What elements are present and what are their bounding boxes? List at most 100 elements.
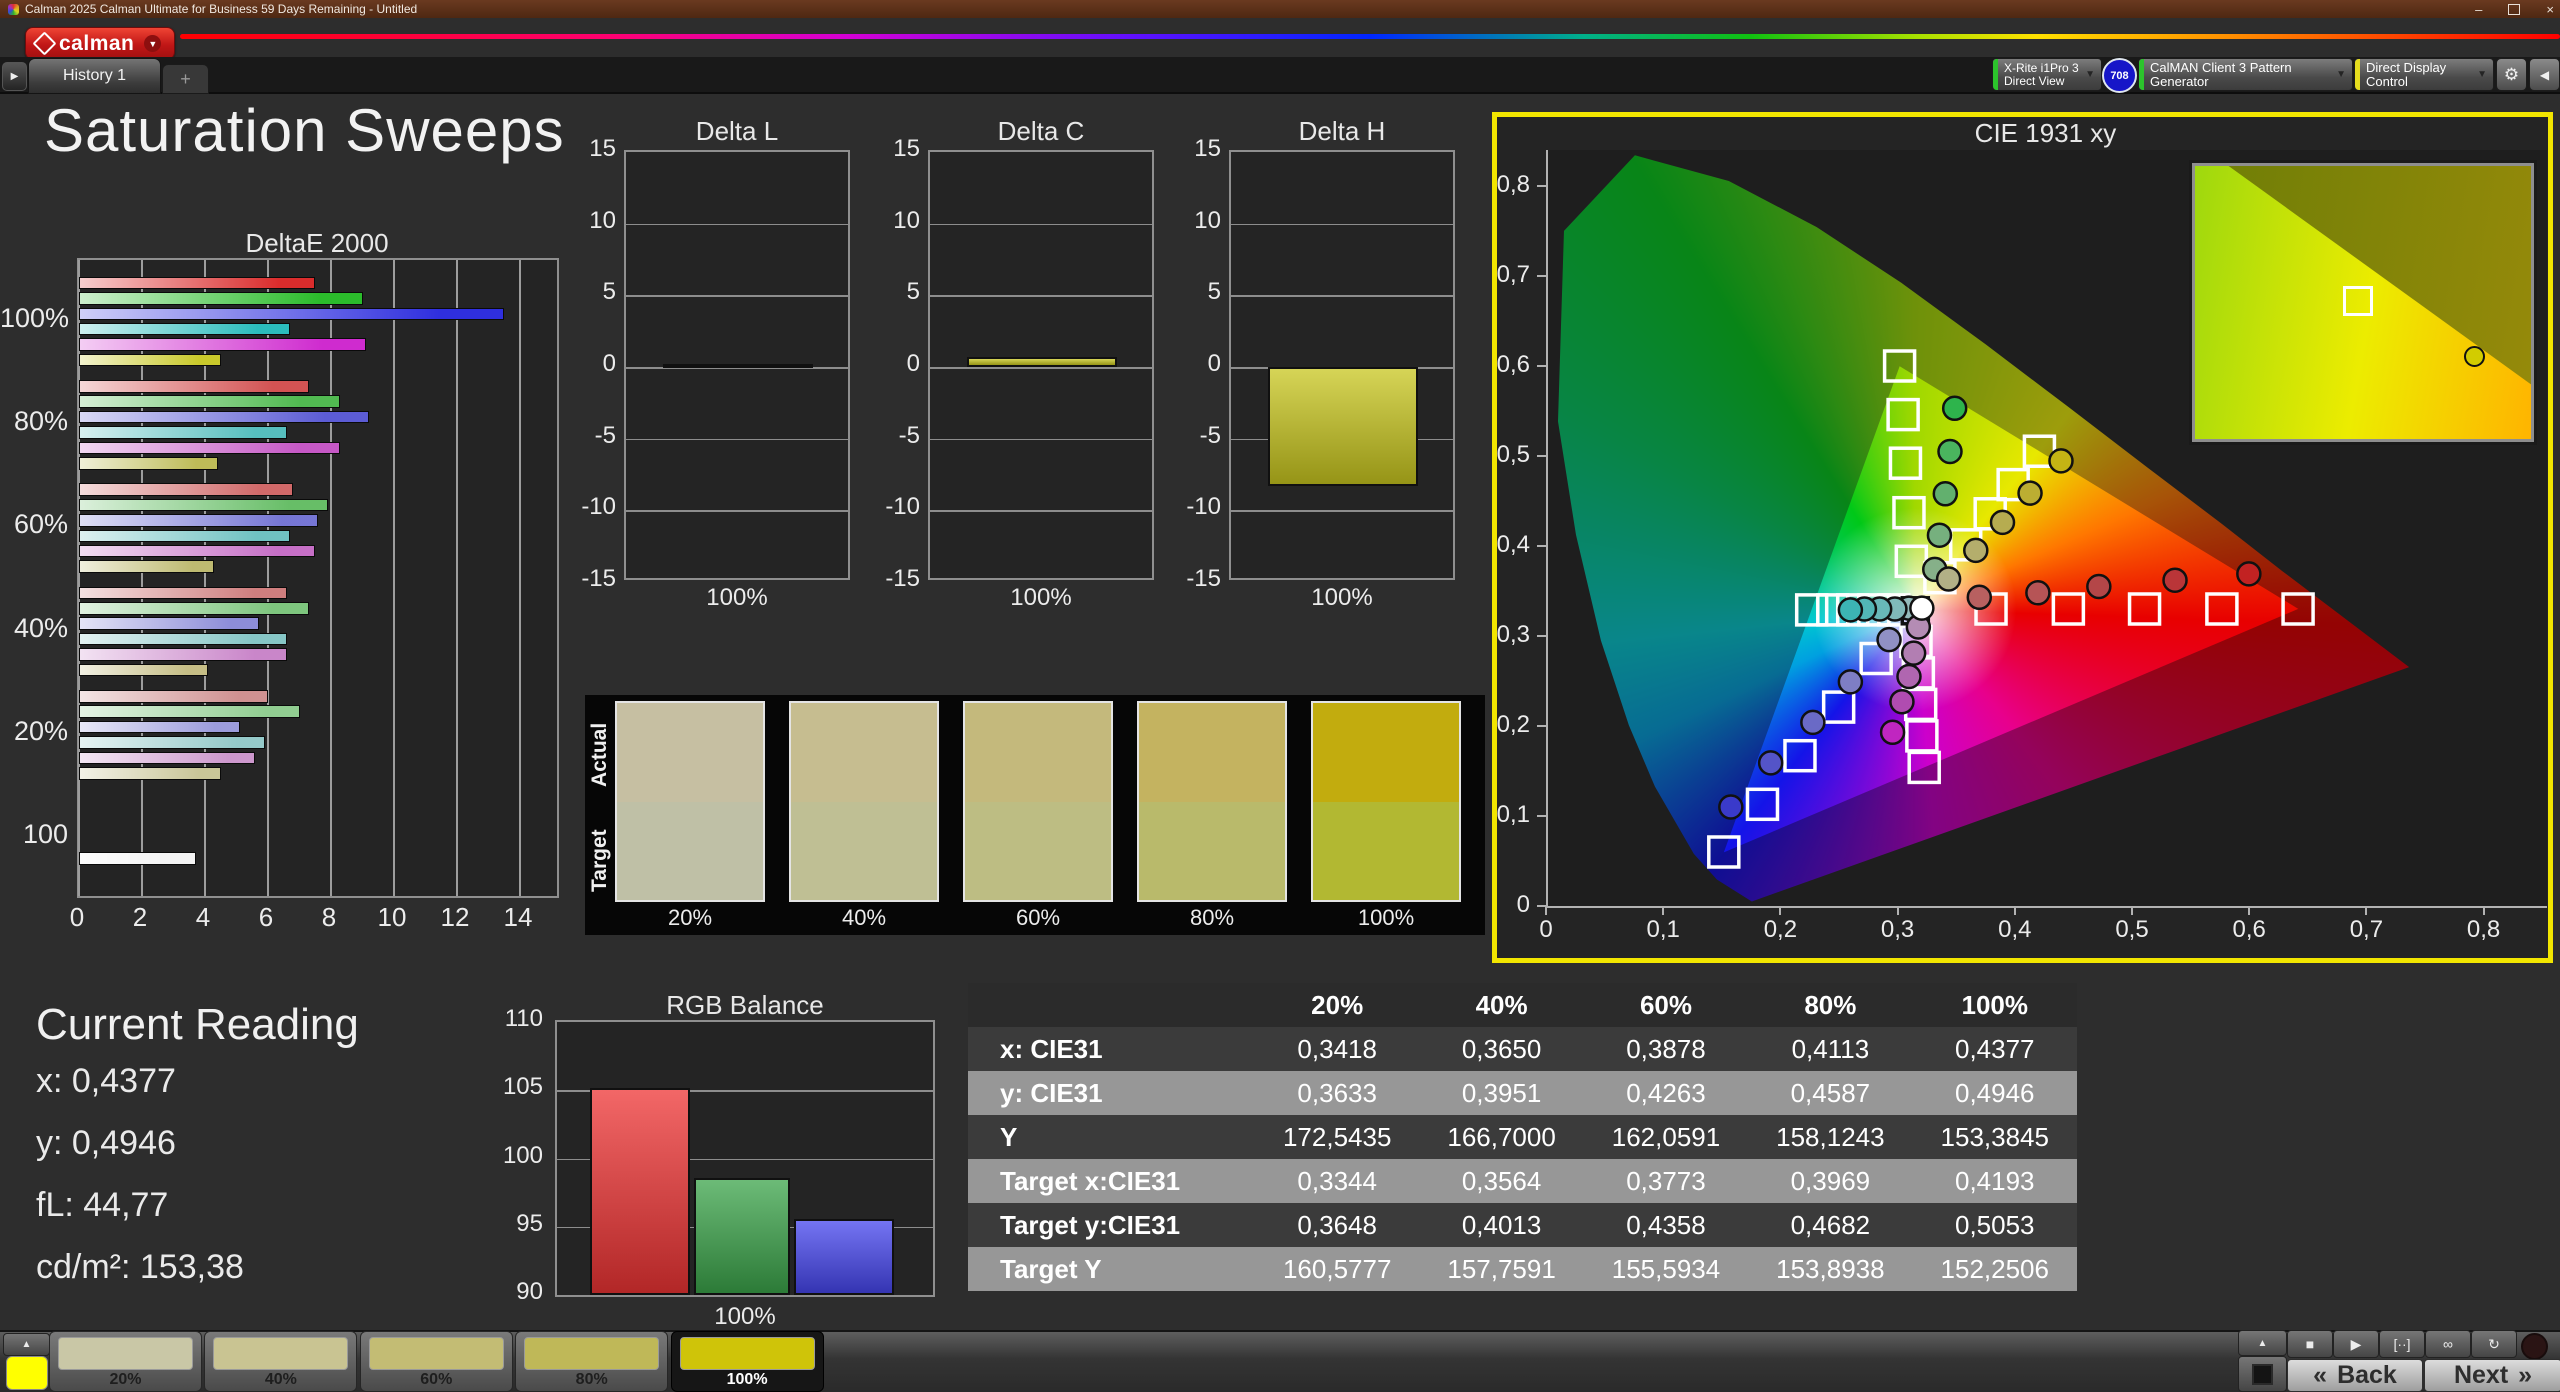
cie-y-tick-label: 0 (1468, 891, 1530, 919)
cie-x-tick-label: 0 (1506, 916, 1586, 944)
delta-y-tick-label: 15 (558, 135, 616, 163)
table-cell[interactable]: 166,7000 (1419, 1115, 1583, 1159)
swatch-label: 20% (615, 905, 765, 931)
table-cell[interactable]: 160,5777 (1255, 1247, 1419, 1291)
play-button[interactable]: ▶ (2333, 1330, 2379, 1358)
deltae-x-tick-label: 6 (246, 902, 286, 933)
table-cell[interactable]: 0,3344 (1255, 1159, 1419, 1203)
minimize-button[interactable]: – (2475, 2, 2482, 17)
stop-button[interactable]: ■ (2287, 1330, 2333, 1358)
pattern-swatch-color (524, 1337, 659, 1370)
pattern-swatch-color (213, 1337, 348, 1370)
target-marker-blue (1824, 692, 1854, 722)
table-cell[interactable]: 0,3878 (1584, 1027, 1748, 1071)
footer-expand-button[interactable]: ▲ (3, 1333, 50, 1356)
table-row-label: x: CIE31 (968, 1027, 1255, 1071)
refresh-button[interactable]: ↻ (2471, 1330, 2517, 1358)
table-cell[interactable]: 0,4193 (1913, 1159, 2077, 1203)
close-button[interactable]: × (2546, 2, 2554, 17)
table-cell[interactable]: 0,3633 (1255, 1071, 1419, 1115)
back-button[interactable]: « Back (2287, 1359, 2423, 1392)
table-cell[interactable]: 0,4263 (1584, 1071, 1748, 1115)
table-cell[interactable]: 0,4587 (1748, 1071, 1912, 1115)
collapse-panel-button[interactable]: ◀ (2529, 58, 2560, 91)
meter-mode-badge[interactable]: 708 (2102, 58, 2137, 93)
table-cell[interactable]: 0,3418 (1255, 1027, 1419, 1071)
table-cell[interactable]: 0,3951 (1419, 1071, 1583, 1115)
table-cell[interactable]: 172,5435 (1255, 1115, 1419, 1159)
table-cell[interactable]: 155,5934 (1584, 1247, 1748, 1291)
deltae-bar-60% (79, 499, 328, 512)
pattern-swatch-button-20%[interactable]: 20% (49, 1331, 202, 1392)
table-cell[interactable]: 158,1243 (1748, 1115, 1912, 1159)
deltae-bar-60% (79, 545, 315, 558)
table-cell[interactable]: 0,4113 (1748, 1027, 1912, 1071)
table-row-label: y: CIE31 (968, 1071, 1255, 1115)
target-marker-green (1885, 351, 1915, 381)
current-reading-values: x: 0,4377y: 0,4946fL: 44,77cd/m²: 153,38 (36, 1062, 244, 1310)
table-cell[interactable]: 0,3564 (1419, 1159, 1583, 1203)
pattern-swatch-button-60%[interactable]: 60% (360, 1331, 513, 1392)
pattern-swatch-button-40%[interactable]: 40% (204, 1331, 357, 1392)
table-row-label: Target y:CIE31 (968, 1203, 1255, 1247)
tab-history-1[interactable]: History 1 (28, 58, 161, 94)
cie-x-tick (2483, 906, 2485, 915)
range-button[interactable]: [··] (2379, 1330, 2425, 1358)
settings-gear-button[interactable]: ⚙ (2496, 58, 2527, 91)
table-cell[interactable]: 0,3969 (1748, 1159, 1912, 1203)
maximize-button[interactable] (2508, 4, 2520, 15)
table-cell[interactable]: 162,0591 (1584, 1115, 1748, 1159)
deltae-chart (77, 258, 559, 898)
rgb-y-tick-label: 95 (483, 1210, 543, 1238)
delta-gridline (930, 224, 1152, 226)
table-col-header: 60% (1584, 983, 1748, 1027)
next-button[interactable]: Next » (2424, 1359, 2560, 1392)
deltae-bar-20% (79, 690, 268, 703)
table-cell[interactable]: 0,4682 (1748, 1203, 1912, 1247)
pattern-swatch-button-80%[interactable]: 80% (515, 1331, 668, 1392)
table-cell[interactable]: 153,3845 (1913, 1115, 2077, 1159)
delta-y-tick-label: 15 (862, 135, 920, 163)
delta-y-tick-label: 10 (1163, 207, 1221, 235)
table-cell[interactable]: 153,8938 (1748, 1247, 1912, 1291)
cie-x-tick (1662, 906, 1664, 915)
table-cell[interactable]: 0,4013 (1419, 1203, 1583, 1247)
measured-point-red (2087, 575, 2110, 598)
loop-button[interactable]: ∞ (2425, 1330, 2471, 1358)
pattern-swatch-button-100%[interactable]: 100% (671, 1331, 824, 1392)
measured-point-yellow (1991, 511, 2014, 534)
table-cell[interactable]: 0,3650 (1419, 1027, 1583, 1071)
table-cell[interactable]: 0,5053 (1913, 1203, 2077, 1247)
table-cell[interactable]: 0,3773 (1584, 1159, 1748, 1203)
swatch-actual (1313, 703, 1459, 802)
pattern-window-button[interactable] (2238, 1356, 2287, 1392)
cie-y-tick-label: 0,4 (1468, 531, 1530, 559)
table-cell[interactable]: 0,3648 (1255, 1203, 1419, 1247)
chevron-down-icon: ▼ (2079, 69, 2101, 80)
add-tab-button[interactable]: + (162, 64, 209, 94)
display-control-dropdown[interactable]: Direct Display Control ▼ (2354, 58, 2494, 91)
calman-diamond-icon (32, 31, 56, 55)
table-cell[interactable]: 0,4946 (1913, 1071, 2077, 1115)
table-cell[interactable]: 152,2506 (1913, 1247, 2077, 1291)
cie-y-tick-label: 0,8 (1468, 171, 1530, 199)
delta-gridline (930, 510, 1152, 512)
deltae-bar-40% (79, 648, 287, 661)
calman-menu-button[interactable]: calman ▼ (25, 27, 175, 60)
tab-scroll-button[interactable]: ▶ (2, 62, 27, 91)
table-cell[interactable]: 0,4377 (1913, 1027, 2077, 1071)
measured-point-green (1928, 524, 1951, 547)
pattern-generator-dropdown[interactable]: CalMAN Client 3 Pattern Generator ▼ (2138, 58, 2353, 91)
current-pattern-swatch (6, 1356, 48, 1390)
deltae-x-tick-label: 12 (435, 902, 475, 933)
pattern-window-icon (2252, 1364, 2273, 1385)
transport-up-button[interactable]: ▲ (2238, 1330, 2287, 1356)
delta-y-tick-label: -15 (1163, 565, 1221, 593)
meter-dropdown[interactable]: X-Rite i1Pro 3 Direct View ▼ (1992, 58, 2102, 91)
chevron-down-icon: ▼ (2330, 69, 2352, 80)
table-cell[interactable]: 0,4358 (1584, 1203, 1748, 1247)
cie-y-tick (1537, 815, 1546, 817)
cie-x-tick-label: 0,5 (2092, 916, 2172, 944)
pattern-swatch-label: 40% (205, 1371, 356, 1389)
table-cell[interactable]: 157,7591 (1419, 1247, 1583, 1291)
